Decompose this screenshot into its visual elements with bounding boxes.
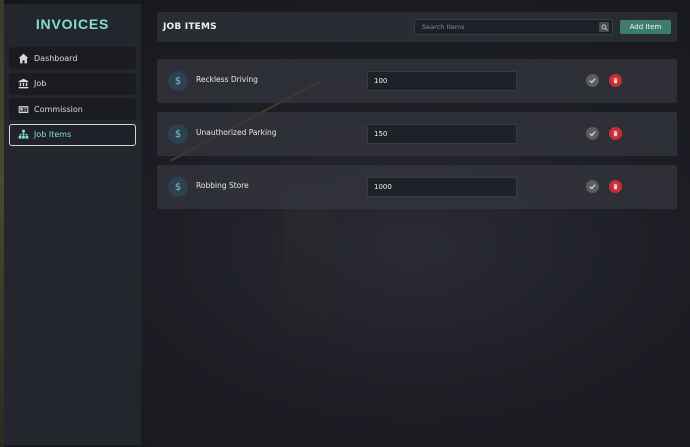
job-item-value-input[interactable]	[367, 177, 517, 197]
check-icon	[589, 131, 596, 137]
job-item-name: Robbing Store	[196, 181, 249, 190]
dollar-icon: $	[168, 71, 188, 91]
sidebar-item-label: Commission	[34, 104, 83, 114]
id-card-icon	[17, 103, 29, 115]
dollar-icon: $	[168, 177, 188, 197]
confirm-item-button[interactable]	[586, 180, 599, 193]
bank-icon	[17, 78, 29, 90]
dollar-icon: $	[168, 124, 188, 144]
job-item-name: Unauthorized Parking	[196, 128, 277, 137]
page-header: JOB ITEMS Add Item	[157, 12, 677, 42]
job-item-row: $ Robbing Store	[157, 165, 677, 209]
brand-title: INVOICES	[35, 16, 110, 32]
check-icon	[589, 184, 596, 190]
sidebar-item-label: Job Items	[34, 130, 72, 139]
job-item-value-input[interactable]	[367, 71, 517, 91]
search-box	[414, 19, 613, 35]
page-title: JOB ITEMS	[163, 22, 217, 32]
trash-icon	[613, 183, 618, 190]
home-icon	[17, 52, 29, 64]
confirm-item-button[interactable]	[586, 127, 599, 140]
delete-item-button[interactable]	[609, 127, 622, 140]
sidebar-item-label: Job	[34, 79, 47, 88]
sidebar-nav: Dashboard Job Commission Job Items	[9, 47, 136, 149]
sidebar: INVOICES Dashboard Job Commission Job It…	[4, 4, 141, 445]
search-input[interactable]	[415, 20, 599, 34]
job-item-row: $ Reckless Driving	[157, 59, 677, 103]
job-item-row: $ Unauthorized Parking	[157, 112, 677, 156]
job-item-value-input[interactable]	[367, 124, 517, 144]
sidebar-item-label: Dashboard	[34, 53, 78, 63]
add-item-button[interactable]: Add Item	[620, 20, 671, 34]
sidebar-item-dashboard[interactable]: Dashboard	[9, 47, 136, 69]
delete-item-button[interactable]	[609, 74, 622, 87]
sidebar-item-commission[interactable]: Commission	[9, 98, 136, 120]
search-icon[interactable]	[599, 22, 609, 32]
delete-item-button[interactable]	[609, 180, 622, 193]
confirm-item-button[interactable]	[586, 74, 599, 87]
check-icon	[589, 78, 596, 84]
trash-icon	[613, 130, 618, 137]
sidebar-item-job[interactable]: Job	[9, 72, 136, 95]
sitemap-icon	[17, 129, 29, 141]
job-item-name: Reckless Driving	[196, 75, 258, 84]
trash-icon	[613, 77, 618, 84]
sidebar-item-job-items[interactable]: Job Items	[9, 123, 136, 146]
